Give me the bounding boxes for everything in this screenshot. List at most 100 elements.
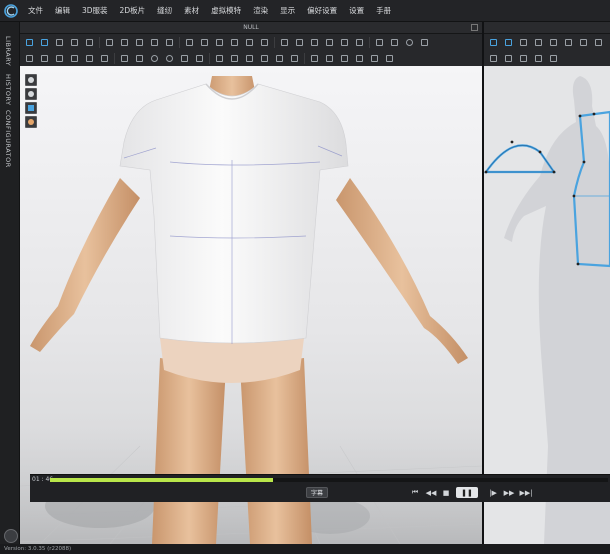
deactivate-icon[interactable] bbox=[99, 53, 110, 64]
texture-view-icon[interactable] bbox=[404, 37, 415, 48]
app-logo-icon[interactable] bbox=[0, 0, 22, 22]
arrangement-point-icon[interactable] bbox=[309, 37, 320, 48]
animation-icon[interactable] bbox=[39, 53, 50, 64]
lighting-icon[interactable] bbox=[164, 53, 175, 64]
measure-icon[interactable] bbox=[149, 37, 160, 48]
avatar-display-icon[interactable] bbox=[25, 74, 37, 86]
pin-icon[interactable] bbox=[104, 37, 115, 48]
3d-viewport[interactable] bbox=[20, 66, 482, 544]
grid-icon[interactable] bbox=[179, 53, 190, 64]
morph-icon[interactable] bbox=[274, 53, 285, 64]
menu-file[interactable]: 文件 bbox=[28, 5, 43, 16]
playback-progress-track[interactable] bbox=[50, 478, 608, 482]
skip-to-end-icon[interactable]: ▶▶| bbox=[518, 487, 534, 498]
tack-icon[interactable] bbox=[84, 37, 95, 48]
pause-button[interactable]: ❚❚ bbox=[456, 487, 478, 498]
avatar-measure-icon[interactable] bbox=[279, 37, 290, 48]
menu-avatar[interactable]: 虚拟模特 bbox=[211, 5, 241, 16]
menu-manual[interactable]: 手册 bbox=[376, 5, 391, 16]
button-tool-icon[interactable] bbox=[184, 37, 195, 48]
sewing-line-icon[interactable] bbox=[164, 37, 175, 48]
menu-materials[interactable]: 素材 bbox=[184, 5, 199, 16]
layer-icon[interactable] bbox=[119, 53, 130, 64]
record-icon[interactable] bbox=[54, 53, 65, 64]
camera-bottom-icon[interactable] bbox=[384, 53, 395, 64]
puckering-icon[interactable] bbox=[244, 37, 255, 48]
fit-map-icon[interactable] bbox=[339, 37, 350, 48]
transform-pattern-icon[interactable] bbox=[39, 37, 50, 48]
2d-pattern-viewport[interactable] bbox=[484, 66, 610, 544]
rewind-icon[interactable]: ◀◀ bbox=[424, 487, 438, 498]
show-garment-icon[interactable] bbox=[389, 37, 400, 48]
2d-circle-icon[interactable] bbox=[578, 37, 589, 48]
3d-toolbar-row-2 bbox=[20, 50, 482, 66]
subtitle-button[interactable]: 字幕 bbox=[306, 487, 328, 498]
tab-history[interactable]: HISTORY bbox=[4, 74, 12, 106]
step-forward-icon[interactable]: |▶ bbox=[486, 487, 500, 498]
stop-icon[interactable]: ■ bbox=[440, 487, 452, 498]
avatar-edit-icon[interactable] bbox=[25, 88, 37, 100]
skin-display-icon[interactable] bbox=[25, 116, 37, 128]
fabric-icon[interactable] bbox=[194, 53, 205, 64]
2d-polygon-icon[interactable] bbox=[548, 37, 559, 48]
menu-edit[interactable]: 编辑 bbox=[55, 5, 70, 16]
menu-display[interactable]: 显示 bbox=[280, 5, 295, 16]
topstitch-icon[interactable] bbox=[229, 37, 240, 48]
texture-display-icon[interactable] bbox=[25, 102, 37, 114]
fast-forward-icon[interactable]: ▶▶ bbox=[502, 487, 516, 498]
mesh-view-icon[interactable] bbox=[419, 37, 430, 48]
pose-icon[interactable] bbox=[69, 53, 80, 64]
2d-toolbar-row-2 bbox=[484, 50, 610, 66]
2d-texture-edit-icon[interactable] bbox=[533, 53, 544, 64]
2d-free-sew-icon[interactable] bbox=[503, 53, 514, 64]
camera-front-icon[interactable] bbox=[309, 53, 320, 64]
camera-top-icon[interactable] bbox=[369, 53, 380, 64]
stress-map-icon[interactable] bbox=[354, 37, 365, 48]
2d-edit-point-icon[interactable] bbox=[503, 37, 514, 48]
3d-window-title: NULL bbox=[243, 24, 259, 31]
buttonhole-tool-icon[interactable] bbox=[199, 37, 210, 48]
2d-select-icon[interactable] bbox=[488, 37, 499, 48]
camera-right-icon[interactable] bbox=[354, 53, 365, 64]
menu-3d-garment[interactable]: 3D服装 bbox=[82, 5, 108, 16]
camera-left-icon[interactable] bbox=[339, 53, 350, 64]
snapshot-icon[interactable] bbox=[259, 53, 270, 64]
show-avatar-icon[interactable] bbox=[374, 37, 385, 48]
graphic-icon[interactable] bbox=[229, 53, 240, 64]
solidify-icon[interactable] bbox=[84, 53, 95, 64]
status-bar: Version: 3.0.35 (r22088) bbox=[0, 544, 610, 554]
simulation-icon[interactable] bbox=[24, 53, 35, 64]
garment-tool-icon[interactable] bbox=[134, 37, 145, 48]
2d-trace-icon[interactable] bbox=[548, 53, 559, 64]
2d-segment-sew-icon[interactable] bbox=[488, 53, 499, 64]
menu-render[interactable]: 渲染 bbox=[253, 5, 268, 16]
zipper-tool-icon[interactable] bbox=[214, 37, 225, 48]
normal-map-icon[interactable] bbox=[214, 53, 225, 64]
skip-to-start-icon[interactable]: ⏮ bbox=[408, 487, 422, 498]
select-move-icon[interactable] bbox=[54, 37, 65, 48]
menu-settings[interactable]: 设置 bbox=[349, 5, 364, 16]
2d-curve-icon[interactable] bbox=[518, 37, 529, 48]
2d-dart-icon[interactable] bbox=[593, 37, 604, 48]
2d-add-point-icon[interactable] bbox=[533, 37, 544, 48]
2d-rectangle-icon[interactable] bbox=[563, 37, 574, 48]
edit-pin-icon[interactable] bbox=[119, 37, 130, 48]
menu-sewing[interactable]: 缝纫 bbox=[157, 5, 172, 16]
menu-preferences[interactable]: 偏好设置 bbox=[307, 5, 337, 16]
symmetry-icon[interactable] bbox=[289, 53, 300, 64]
2d-check-sew-icon[interactable] bbox=[518, 53, 529, 64]
strain-map-icon[interactable] bbox=[324, 37, 335, 48]
tab-configurator[interactable]: CONFIGURATOR bbox=[4, 110, 12, 168]
window-maximize-icon[interactable] bbox=[471, 24, 478, 31]
tab-library[interactable]: LIBRARY bbox=[4, 36, 12, 66]
camera-back-icon[interactable] bbox=[324, 53, 335, 64]
tape-measure-icon[interactable] bbox=[294, 37, 305, 48]
sphere-view-icon[interactable] bbox=[149, 53, 160, 64]
trim-icon[interactable] bbox=[244, 53, 255, 64]
strengthen-icon[interactable] bbox=[134, 53, 145, 64]
menu-2d-pattern[interactable]: 2D板片 bbox=[120, 5, 146, 16]
fold-icon[interactable] bbox=[259, 37, 270, 48]
fold-arrangement-icon[interactable] bbox=[69, 37, 80, 48]
select-mesh-icon[interactable] bbox=[24, 37, 35, 48]
user-avatar-icon[interactable] bbox=[4, 529, 18, 543]
